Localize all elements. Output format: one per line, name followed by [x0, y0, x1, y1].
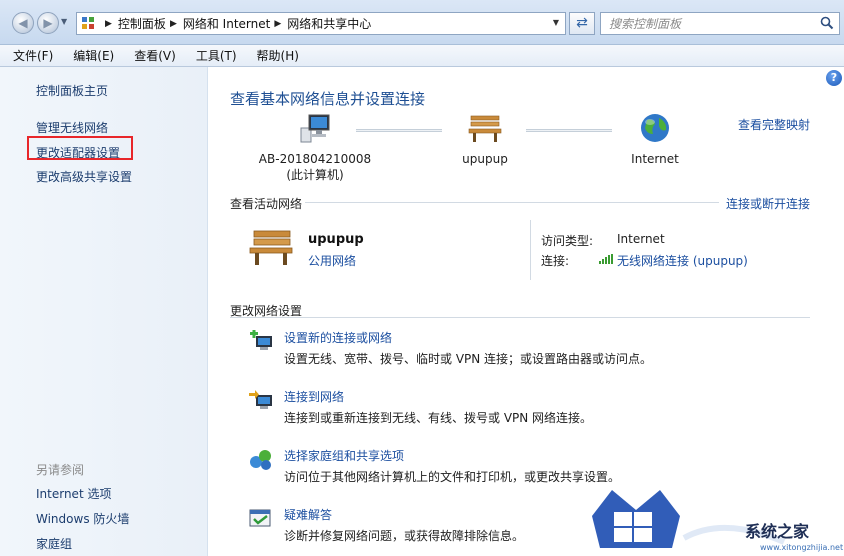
new-connection-icon	[250, 330, 272, 350]
sidebar-link-control-panel-home[interactable]: 控制面板主页	[36, 82, 108, 99]
network-type-link[interactable]: 公用网络	[308, 252, 356, 269]
network-name: upupup	[462, 152, 508, 166]
see-also-homegroup[interactable]: 家庭组	[36, 535, 72, 552]
forward-button[interactable]: ▶	[37, 12, 59, 34]
breadcrumb-separator[interactable]: ▶	[105, 19, 112, 29]
task-title[interactable]: 疑难解答	[284, 506, 332, 523]
menu-bar: 文件(F) 编辑(E) 查看(V) 工具(T) 帮助(H)	[0, 45, 844, 67]
breadcrumb-network-internet[interactable]: 网络和 Internet	[183, 15, 270, 32]
connection-label: 连接:	[541, 254, 570, 268]
control-panel-icon	[81, 16, 97, 32]
task-description: 诊断并修复网络问题，或获得故障排除信息。	[284, 529, 525, 543]
address-box[interactable]: ▶ 控制面板 ▶ 网络和 Internet ▶ 网络和共享中心 ▼	[76, 12, 566, 35]
wireless-connection-link[interactable]: 无线网络连接 (upupup)	[617, 252, 748, 269]
menu-help[interactable]: 帮助(H)	[254, 47, 302, 64]
map-connector	[356, 129, 442, 132]
breadcrumb-control-panel[interactable]: 控制面板	[118, 15, 166, 32]
wifi-signal-icon	[599, 254, 613, 264]
task-description: 访问位于其他网络计算机上的文件和打印机，或更改共享设置。	[284, 470, 621, 484]
highlight-box	[27, 136, 133, 160]
see-also-internet-options[interactable]: Internet 选项	[36, 485, 111, 502]
see-also-heading: 另请参阅	[36, 463, 85, 477]
connect-network-icon	[249, 390, 272, 409]
bench-icon	[468, 115, 502, 142]
active-network-name: upupup	[308, 232, 364, 247]
section-divider	[230, 317, 810, 318]
network-bench-icon	[249, 230, 293, 265]
computer-name: AB-201804210008	[258, 152, 372, 166]
breadcrumb-separator[interactable]: ▶	[274, 19, 281, 29]
map-node-network[interactable]: upupup	[440, 112, 530, 166]
homegroup-icon	[250, 450, 271, 470]
back-arrow-icon: ◀	[18, 16, 28, 30]
task-description: 连接到或重新连接到无线、有线、拨号或 VPN 网络连接。	[284, 411, 593, 425]
menu-file[interactable]: 文件(F)	[10, 47, 56, 64]
help-icon[interactable]: ?	[826, 70, 842, 86]
address-bar: ◀ ▶ ▼ ▶ 控制面板 ▶ 网络和 Internet ▶ 网络和共享中心 ▼ …	[0, 0, 844, 45]
breadcrumb-network-sharing-center[interactable]: 网络和共享中心	[287, 15, 371, 32]
active-networks-heading: 查看活动网络	[230, 197, 303, 211]
connect-disconnect-link[interactable]: 连接或断开连接	[726, 195, 810, 212]
menu-tools[interactable]: 工具(T)	[193, 47, 240, 64]
section-divider	[305, 202, 719, 203]
sidebar-link-manage-wireless[interactable]: 管理无线网络	[36, 119, 108, 136]
sidebar-link-advanced-sharing[interactable]: 更改高级共享设置	[36, 168, 132, 185]
watermark-text: 系统之家	[745, 522, 810, 541]
menu-edit[interactable]: 编辑(E)	[70, 47, 117, 64]
search-icon[interactable]	[820, 16, 834, 30]
map-node-computer[interactable]: AB-201804210008 (此计算机)	[255, 112, 375, 183]
internet-label: Internet	[631, 152, 679, 166]
computer-icon	[300, 114, 330, 143]
task-title[interactable]: 选择家庭组和共享选项	[284, 447, 404, 464]
see-also-windows-firewall[interactable]: Windows 防火墙	[36, 510, 129, 527]
refresh-icon: ⇄	[576, 15, 588, 31]
map-node-internet[interactable]: Internet	[610, 112, 700, 166]
computer-subtitle: (此计算机)	[286, 168, 344, 182]
address-dropdown-icon[interactable]: ▼	[553, 18, 559, 27]
troubleshoot-icon	[249, 509, 271, 527]
vertical-divider	[530, 220, 531, 280]
watermark-url: www.xitongzhijia.net	[760, 543, 844, 552]
task-pane: 控制面板主页 管理无线网络 更改适配器设置 更改高级共享设置 另请参阅 Inte…	[0, 67, 208, 556]
view-full-map-link[interactable]: 查看完整映射	[738, 116, 810, 133]
globe-icon	[641, 114, 669, 142]
access-type-value: Internet	[617, 232, 665, 246]
page-title: 查看基本网络信息并设置连接	[230, 90, 426, 108]
refresh-button[interactable]: ⇄	[569, 12, 595, 35]
search-input[interactable]	[609, 16, 809, 31]
recent-pages-dropdown-icon[interactable]: ▼	[61, 17, 67, 26]
back-button[interactable]: ◀	[12, 12, 34, 34]
task-description: 设置无线、宽带、拨号、临时或 VPN 连接；或设置路由器或访问点。	[284, 352, 653, 366]
breadcrumb-separator[interactable]: ▶	[170, 19, 177, 29]
search-box[interactable]	[600, 12, 840, 35]
map-connector	[526, 129, 612, 132]
menu-view[interactable]: 查看(V)	[131, 47, 179, 64]
task-title[interactable]: 连接到网络	[284, 388, 344, 405]
access-type-label: 访问类型:	[541, 234, 594, 248]
forward-arrow-icon: ▶	[43, 16, 53, 30]
task-title[interactable]: 设置新的连接或网络	[284, 329, 392, 346]
